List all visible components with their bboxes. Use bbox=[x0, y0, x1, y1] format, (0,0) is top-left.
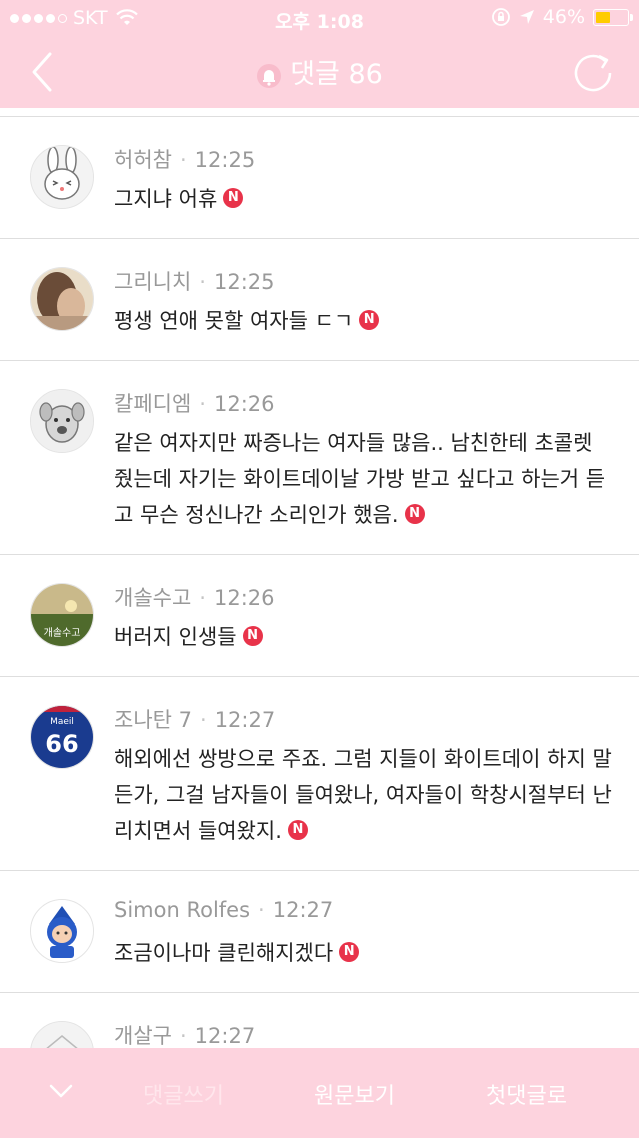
comment-author[interactable]: 개살구 bbox=[114, 1024, 172, 1048]
rabbit-avatar[interactable] bbox=[30, 145, 94, 209]
comment-time: 12:25 bbox=[213, 270, 275, 294]
cartoon-avatar[interactable] bbox=[30, 899, 94, 963]
photo-avatar[interactable] bbox=[30, 267, 94, 331]
comment-author[interactable]: 칼페디엠 bbox=[114, 392, 191, 416]
comment-text: 해외에선 쌍방으로 주죠. 그럼 지들이 화이트데이 하지 말든가, 그걸 남자… bbox=[114, 747, 612, 843]
avatar-caption: 개솔수고 bbox=[44, 627, 81, 639]
bottom-bar: 댓글쓰기 원문보기 첫댓글로 bbox=[0, 1048, 639, 1138]
comment-author[interactable]: Simon Rolfes bbox=[114, 898, 250, 922]
comment-item[interactable]: 칼페디엠 · 12:26 같은 여자지만 짜증나는 여자들 많음.. 남친한테 초콜… bbox=[0, 361, 639, 555]
scroll-down-button[interactable] bbox=[48, 1078, 74, 1104]
landscape-avatar[interactable]: 개솔수고 bbox=[30, 583, 94, 647]
comment-author[interactable]: 조나탄 7 bbox=[114, 708, 192, 732]
comment-item[interactable]: 개솔수고 개솔수고 · 12:26 버러지 인생들 N bbox=[0, 555, 639, 677]
bell-icon bbox=[257, 63, 282, 88]
comment-text: 같은 여자지만 짜증나는 여자들 많음.. 남친한테 초콜렛 줬는데 자기는 화… bbox=[114, 431, 606, 527]
jersey-number: 66 bbox=[45, 730, 78, 758]
location-icon bbox=[519, 10, 534, 24]
comment-author[interactable]: 그리니치 bbox=[114, 270, 191, 294]
comment-time: 12:27 bbox=[214, 708, 276, 732]
battery-percent: 46% bbox=[542, 6, 585, 28]
jersey-brand: Maeil bbox=[50, 717, 74, 727]
comment-time: 12:27 bbox=[194, 1024, 256, 1048]
comment-list: 허허참 · 12:25 그지냐 어휴 N 그리니치 · 12:25 평생 연애 못할 여자… bbox=[0, 108, 639, 1114]
page-title: 댓글 86 bbox=[0, 52, 639, 91]
battery-icon bbox=[593, 8, 633, 26]
comment-item[interactable]: Simon Rolfes · 12:27 조금이나마 클린해지겠다 N bbox=[0, 871, 639, 993]
dog-avatar[interactable] bbox=[30, 389, 94, 453]
comment-item[interactable]: 그리니치 · 12:25 평생 연애 못할 여자들 ㄷㄱ N bbox=[0, 239, 639, 361]
title-text: 댓글 86 bbox=[290, 59, 383, 90]
comment-time: 12:26 bbox=[213, 392, 275, 416]
comment-time: 12:26 bbox=[213, 586, 275, 610]
top-bar: SKT 오후 1:08 46% 댓글 86 bbox=[0, 0, 639, 108]
write-comment-button[interactable]: 댓글쓰기 bbox=[143, 1078, 224, 1110]
new-badge: N bbox=[404, 504, 425, 524]
comment-text: 버러지 인생들 N bbox=[114, 619, 614, 655]
new-badge: N bbox=[223, 188, 244, 208]
jersey-avatar[interactable]: Maeil 66 bbox=[30, 705, 94, 769]
comment-time: 12:27 bbox=[272, 898, 334, 922]
chevron-down-icon bbox=[49, 1084, 73, 1098]
comment-item[interactable]: 허허참 · 12:25 그지냐 어휴 N bbox=[0, 117, 639, 239]
comment-author[interactable]: 개솔수고 bbox=[114, 586, 191, 610]
status-bar: SKT 오후 1:08 46% bbox=[0, 0, 639, 36]
new-badge: N bbox=[359, 310, 380, 330]
first-comment-button[interactable]: 첫댓글로 bbox=[486, 1078, 567, 1110]
comment-time: 12:25 bbox=[194, 148, 256, 172]
rotation-lock-icon bbox=[491, 8, 510, 26]
new-badge: N bbox=[339, 942, 360, 962]
comment-item[interactable]: Maeil 66 조나탄 7 · 12:27 해외에선 쌍방으로 주죠. 그럼 지들… bbox=[0, 677, 639, 871]
comment-text: 그지냐 어휴 N bbox=[114, 181, 614, 217]
refresh-button[interactable] bbox=[570, 50, 616, 96]
refresh-icon bbox=[574, 54, 612, 92]
new-badge: N bbox=[242, 626, 263, 646]
new-badge: N bbox=[287, 820, 308, 840]
comment-text: 조금이나마 클린해지겠다 N bbox=[114, 935, 614, 971]
comment-text: 평생 연애 못할 여자들 ㄷㄱ N bbox=[114, 303, 614, 339]
view-original-button[interactable]: 원문보기 bbox=[314, 1078, 395, 1110]
comment-author[interactable]: 허허참 bbox=[114, 148, 172, 172]
